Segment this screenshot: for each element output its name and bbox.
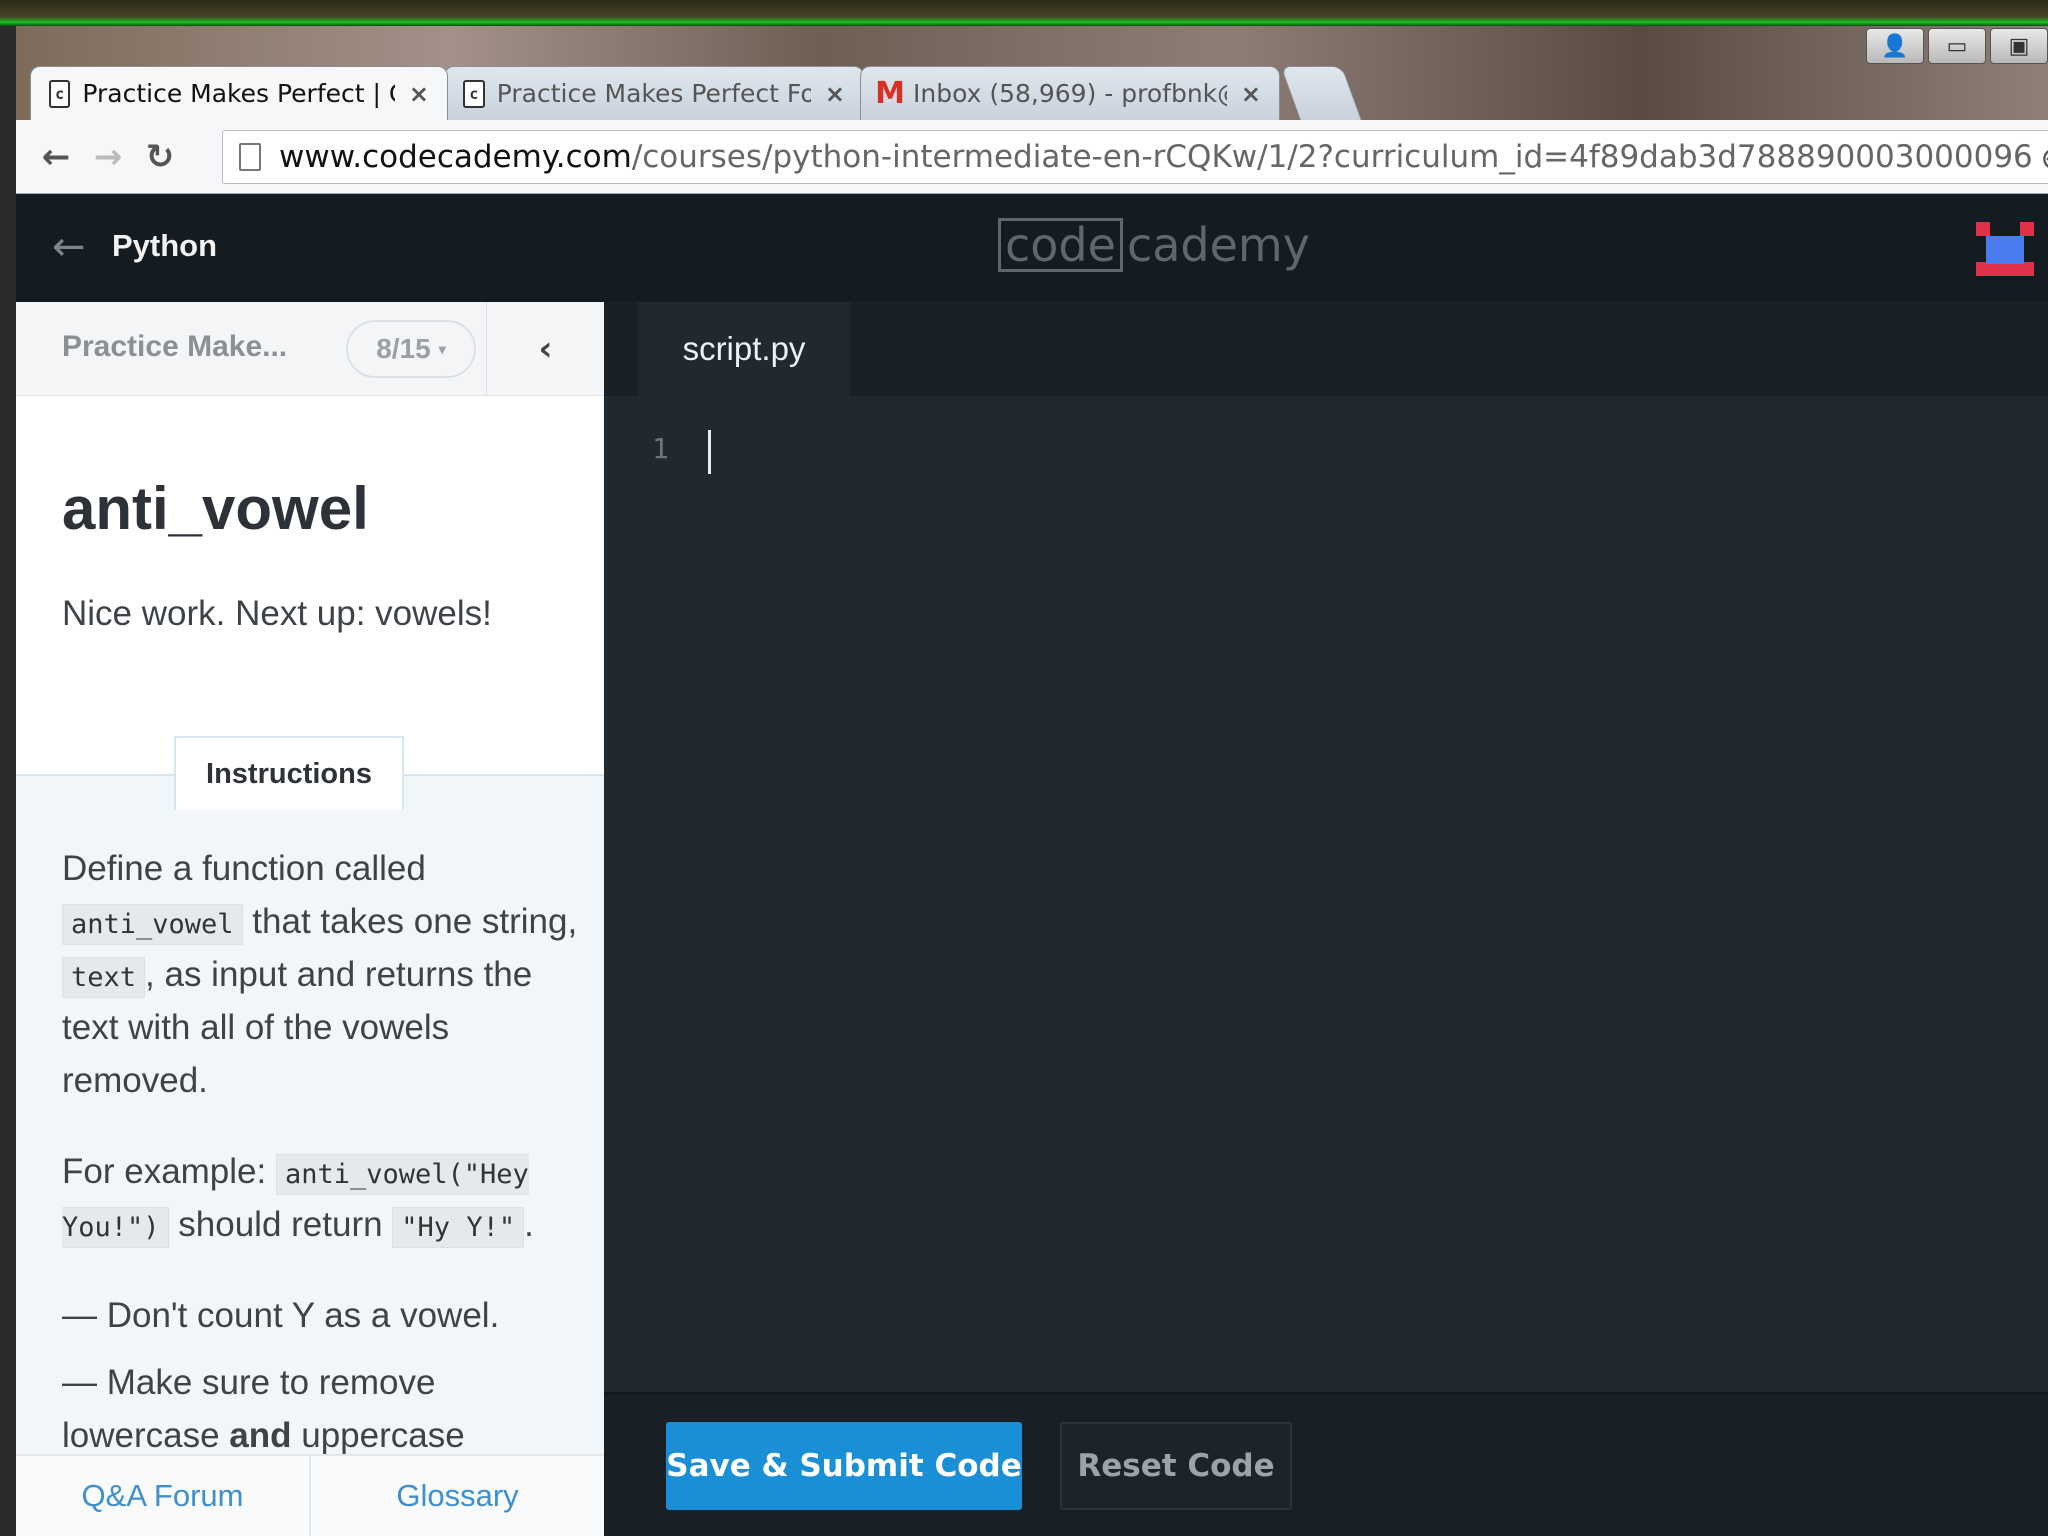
page-title: anti_vowel bbox=[62, 475, 369, 542]
instruction-paragraph: Define a function called anti_vowel that… bbox=[62, 849, 578, 1100]
forward-icon[interactable]: → bbox=[82, 131, 134, 183]
browser-tabstrip: c Practice Makes Perfect | C × c Practic… bbox=[30, 66, 1362, 120]
tab-script-file[interactable]: script.py bbox=[638, 302, 850, 396]
instructions-text: Define a function called anti_vowel that… bbox=[62, 842, 582, 1500]
tab-title: Inbox (58,969) - profbnk@ bbox=[913, 79, 1227, 108]
url-text[interactable]: www.codecademy.com/courses/python-interm… bbox=[279, 139, 2039, 175]
browser-tab[interactable]: c Practice Makes Perfect Fo × bbox=[444, 66, 864, 120]
line-number: 1 bbox=[652, 432, 669, 465]
text-cursor bbox=[708, 430, 711, 474]
course-name[interactable]: Python bbox=[112, 228, 217, 264]
browser-tab[interactable]: M Inbox (58,969) - profbnk@ × bbox=[860, 66, 1280, 120]
qa-forum-link[interactable]: Q&A Forum bbox=[16, 1456, 311, 1536]
lesson-footer: Q&A Forum Glossary bbox=[16, 1454, 604, 1536]
page-icon bbox=[239, 143, 261, 171]
desktop-strip bbox=[0, 0, 2048, 28]
codecademy-icon: c bbox=[49, 79, 71, 108]
editor-footer: Save & Submit Code Reset Code bbox=[604, 1392, 2048, 1536]
close-icon[interactable]: × bbox=[409, 80, 429, 108]
address-bar[interactable]: www.codecademy.com/courses/python-interm… bbox=[222, 130, 2048, 184]
lesson-nav-bar: Practice Make... 8/15 ▾ ‹ bbox=[16, 302, 604, 396]
save-submit-button[interactable]: Save & Submit Code bbox=[666, 1422, 1022, 1510]
instruction-paragraph: For example: anti_vowel("Hey You!") shou… bbox=[62, 1145, 582, 1251]
code-editor[interactable]: script.py 1 Save & Submit Code Reset Cod… bbox=[604, 302, 2048, 1536]
browser-toolbar: ← → ↻ www.codecademy.com/courses/python-… bbox=[16, 120, 2048, 194]
back-icon[interactable]: ← bbox=[30, 131, 82, 183]
tab-title: Practice Makes Perfect | C bbox=[82, 79, 395, 108]
codecademy-icon: c bbox=[463, 79, 485, 108]
instruction-bullet: — Don't count Y as a vowel. bbox=[62, 1296, 500, 1335]
codecademy-logo[interactable]: code cademy bbox=[998, 218, 1310, 272]
app-header: ← Python code cademy bbox=[16, 194, 2048, 302]
instruction-bullet: — Make sure to remove lowercase and uppe… bbox=[62, 1363, 465, 1455]
back-arrow-icon[interactable]: ← bbox=[52, 224, 86, 270]
zoom-icon[interactable]: ⊕ bbox=[2040, 139, 2048, 177]
editor-tabbar: script.py bbox=[604, 302, 2048, 396]
tab-instructions[interactable]: Instructions bbox=[174, 736, 404, 810]
window-controls: 👤 ▭ ▣ bbox=[1866, 28, 2048, 64]
browser-tab[interactable]: c Practice Makes Perfect | C × bbox=[30, 66, 448, 120]
tab-title: Practice Makes Perfect Fo bbox=[496, 79, 811, 108]
chevron-down-icon: ▾ bbox=[438, 340, 446, 357]
reload-icon[interactable]: ↻ bbox=[134, 131, 186, 183]
progress-dropdown[interactable]: 8/15 ▾ bbox=[346, 320, 476, 378]
lesson-panel: Practice Make... 8/15 ▾ ‹ anti_vowel Nice… bbox=[16, 302, 604, 1536]
avatar[interactable] bbox=[1976, 222, 2034, 276]
gmail-icon: M bbox=[875, 76, 905, 111]
collapse-panel-button[interactable]: ‹ bbox=[486, 302, 604, 396]
glossary-link[interactable]: Glossary bbox=[311, 1456, 604, 1536]
section-title: Practice Make... bbox=[62, 330, 288, 363]
close-icon[interactable]: × bbox=[1241, 80, 1261, 108]
restore-icon[interactable]: ▣ bbox=[1990, 28, 2048, 64]
window-edge bbox=[0, 26, 16, 1536]
minimize-icon[interactable]: ▭ bbox=[1928, 28, 1986, 64]
exercise-intro: Nice work. Next up: vowels! bbox=[62, 594, 492, 633]
reset-code-button[interactable]: Reset Code bbox=[1060, 1422, 1292, 1510]
user-profile-icon[interactable]: 👤 bbox=[1866, 28, 1924, 64]
close-icon[interactable]: × bbox=[825, 80, 845, 108]
